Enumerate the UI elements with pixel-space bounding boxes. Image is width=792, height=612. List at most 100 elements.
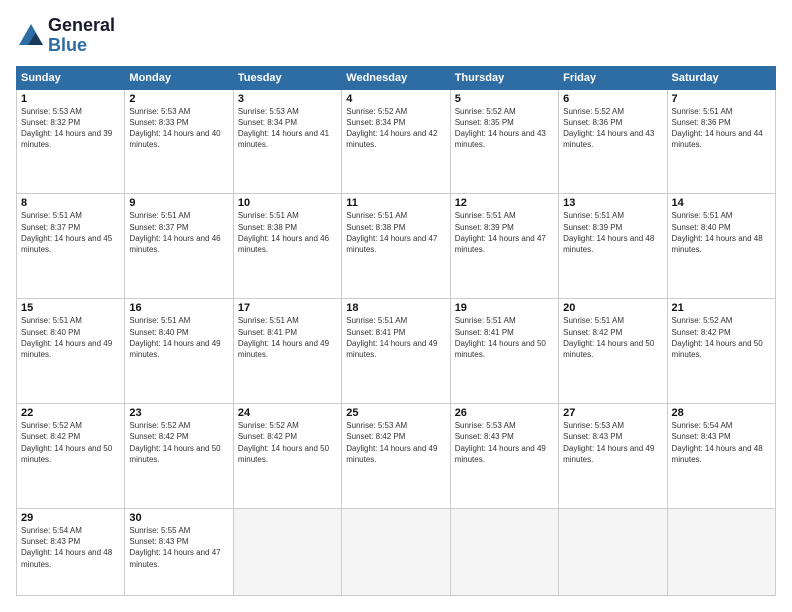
weekday-header: Monday (125, 66, 233, 89)
day-info: Sunrise: 5:53 AMSunset: 8:32 PMDaylight:… (21, 106, 120, 151)
day-number: 19 (455, 302, 554, 314)
calendar-week-row: 29Sunrise: 5:54 AMSunset: 8:43 PMDayligh… (17, 509, 776, 596)
day-info: Sunrise: 5:52 AMSunset: 8:35 PMDaylight:… (455, 106, 554, 151)
day-number: 26 (455, 407, 554, 419)
calendar-cell (342, 509, 450, 596)
calendar-cell: 3Sunrise: 5:53 AMSunset: 8:34 PMDaylight… (233, 89, 341, 194)
weekday-header: Saturday (667, 66, 775, 89)
day-info: Sunrise: 5:53 AMSunset: 8:43 PMDaylight:… (563, 420, 662, 465)
logo-icon (16, 21, 46, 51)
calendar-cell (667, 509, 775, 596)
day-number: 13 (563, 197, 662, 209)
day-number: 25 (346, 407, 445, 419)
day-number: 14 (672, 197, 771, 209)
calendar-cell: 29Sunrise: 5:54 AMSunset: 8:43 PMDayligh… (17, 509, 125, 596)
day-number: 29 (21, 512, 120, 524)
calendar-cell: 13Sunrise: 5:51 AMSunset: 8:39 PMDayligh… (559, 194, 667, 299)
day-info: Sunrise: 5:52 AMSunset: 8:42 PMDaylight:… (21, 420, 120, 465)
weekday-header: Sunday (17, 66, 125, 89)
calendar-cell: 15Sunrise: 5:51 AMSunset: 8:40 PMDayligh… (17, 299, 125, 404)
calendar-cell (450, 509, 558, 596)
day-number: 7 (672, 93, 771, 105)
day-info: Sunrise: 5:51 AMSunset: 8:37 PMDaylight:… (21, 210, 120, 255)
day-number: 23 (129, 407, 228, 419)
calendar-cell (559, 509, 667, 596)
weekday-header: Friday (559, 66, 667, 89)
day-number: 28 (672, 407, 771, 419)
page: General Blue SundayMondayTuesdayWednesda… (0, 0, 792, 612)
day-info: Sunrise: 5:52 AMSunset: 8:34 PMDaylight:… (346, 106, 445, 151)
day-number: 12 (455, 197, 554, 209)
day-number: 24 (238, 407, 337, 419)
day-number: 1 (21, 93, 120, 105)
day-info: Sunrise: 5:51 AMSunset: 8:38 PMDaylight:… (238, 210, 337, 255)
day-info: Sunrise: 5:51 AMSunset: 8:40 PMDaylight:… (672, 210, 771, 255)
header: General Blue (16, 16, 776, 56)
day-info: Sunrise: 5:52 AMSunset: 8:42 PMDaylight:… (672, 315, 771, 360)
calendar-cell: 10Sunrise: 5:51 AMSunset: 8:38 PMDayligh… (233, 194, 341, 299)
calendar-body: 1Sunrise: 5:53 AMSunset: 8:32 PMDaylight… (17, 89, 776, 595)
calendar-cell: 11Sunrise: 5:51 AMSunset: 8:38 PMDayligh… (342, 194, 450, 299)
day-info: Sunrise: 5:51 AMSunset: 8:40 PMDaylight:… (21, 315, 120, 360)
calendar-week-row: 1Sunrise: 5:53 AMSunset: 8:32 PMDaylight… (17, 89, 776, 194)
day-number: 9 (129, 197, 228, 209)
weekday-header: Tuesday (233, 66, 341, 89)
day-info: Sunrise: 5:51 AMSunset: 8:41 PMDaylight:… (346, 315, 445, 360)
calendar-cell: 7Sunrise: 5:51 AMSunset: 8:36 PMDaylight… (667, 89, 775, 194)
calendar-table: SundayMondayTuesdayWednesdayThursdayFrid… (16, 66, 776, 596)
day-info: Sunrise: 5:54 AMSunset: 8:43 PMDaylight:… (672, 420, 771, 465)
logo: General Blue (16, 16, 115, 56)
calendar-cell: 23Sunrise: 5:52 AMSunset: 8:42 PMDayligh… (125, 404, 233, 509)
day-info: Sunrise: 5:51 AMSunset: 8:40 PMDaylight:… (129, 315, 228, 360)
day-info: Sunrise: 5:51 AMSunset: 8:41 PMDaylight:… (238, 315, 337, 360)
calendar-cell: 26Sunrise: 5:53 AMSunset: 8:43 PMDayligh… (450, 404, 558, 509)
calendar-cell: 14Sunrise: 5:51 AMSunset: 8:40 PMDayligh… (667, 194, 775, 299)
calendar-cell: 20Sunrise: 5:51 AMSunset: 8:42 PMDayligh… (559, 299, 667, 404)
day-info: Sunrise: 5:53 AMSunset: 8:34 PMDaylight:… (238, 106, 337, 151)
day-info: Sunrise: 5:52 AMSunset: 8:42 PMDaylight:… (238, 420, 337, 465)
day-number: 5 (455, 93, 554, 105)
day-number: 27 (563, 407, 662, 419)
calendar-cell: 8Sunrise: 5:51 AMSunset: 8:37 PMDaylight… (17, 194, 125, 299)
day-number: 17 (238, 302, 337, 314)
calendar-cell: 6Sunrise: 5:52 AMSunset: 8:36 PMDaylight… (559, 89, 667, 194)
day-info: Sunrise: 5:52 AMSunset: 8:42 PMDaylight:… (129, 420, 228, 465)
day-info: Sunrise: 5:51 AMSunset: 8:42 PMDaylight:… (563, 315, 662, 360)
calendar-cell: 25Sunrise: 5:53 AMSunset: 8:42 PMDayligh… (342, 404, 450, 509)
weekday-header: Thursday (450, 66, 558, 89)
day-number: 6 (563, 93, 662, 105)
calendar-cell: 18Sunrise: 5:51 AMSunset: 8:41 PMDayligh… (342, 299, 450, 404)
day-number: 30 (129, 512, 228, 524)
day-number: 4 (346, 93, 445, 105)
calendar-week-row: 22Sunrise: 5:52 AMSunset: 8:42 PMDayligh… (17, 404, 776, 509)
day-number: 8 (21, 197, 120, 209)
day-number: 11 (346, 197, 445, 209)
calendar-cell: 12Sunrise: 5:51 AMSunset: 8:39 PMDayligh… (450, 194, 558, 299)
day-number: 18 (346, 302, 445, 314)
calendar-cell (233, 509, 341, 596)
calendar-header-row: SundayMondayTuesdayWednesdayThursdayFrid… (17, 66, 776, 89)
day-info: Sunrise: 5:53 AMSunset: 8:43 PMDaylight:… (455, 420, 554, 465)
day-number: 20 (563, 302, 662, 314)
day-info: Sunrise: 5:51 AMSunset: 8:37 PMDaylight:… (129, 210, 228, 255)
day-number: 22 (21, 407, 120, 419)
day-info: Sunrise: 5:53 AMSunset: 8:33 PMDaylight:… (129, 106, 228, 151)
calendar-cell: 17Sunrise: 5:51 AMSunset: 8:41 PMDayligh… (233, 299, 341, 404)
day-info: Sunrise: 5:53 AMSunset: 8:42 PMDaylight:… (346, 420, 445, 465)
day-number: 3 (238, 93, 337, 105)
day-number: 15 (21, 302, 120, 314)
day-info: Sunrise: 5:51 AMSunset: 8:41 PMDaylight:… (455, 315, 554, 360)
calendar-cell: 27Sunrise: 5:53 AMSunset: 8:43 PMDayligh… (559, 404, 667, 509)
calendar-cell: 30Sunrise: 5:55 AMSunset: 8:43 PMDayligh… (125, 509, 233, 596)
day-info: Sunrise: 5:52 AMSunset: 8:36 PMDaylight:… (563, 106, 662, 151)
day-number: 2 (129, 93, 228, 105)
calendar-cell: 16Sunrise: 5:51 AMSunset: 8:40 PMDayligh… (125, 299, 233, 404)
day-info: Sunrise: 5:55 AMSunset: 8:43 PMDaylight:… (129, 525, 228, 570)
calendar-cell: 9Sunrise: 5:51 AMSunset: 8:37 PMDaylight… (125, 194, 233, 299)
day-info: Sunrise: 5:51 AMSunset: 8:39 PMDaylight:… (455, 210, 554, 255)
calendar-week-row: 15Sunrise: 5:51 AMSunset: 8:40 PMDayligh… (17, 299, 776, 404)
weekday-header: Wednesday (342, 66, 450, 89)
calendar-cell: 5Sunrise: 5:52 AMSunset: 8:35 PMDaylight… (450, 89, 558, 194)
calendar-week-row: 8Sunrise: 5:51 AMSunset: 8:37 PMDaylight… (17, 194, 776, 299)
logo-text: General Blue (48, 16, 115, 56)
